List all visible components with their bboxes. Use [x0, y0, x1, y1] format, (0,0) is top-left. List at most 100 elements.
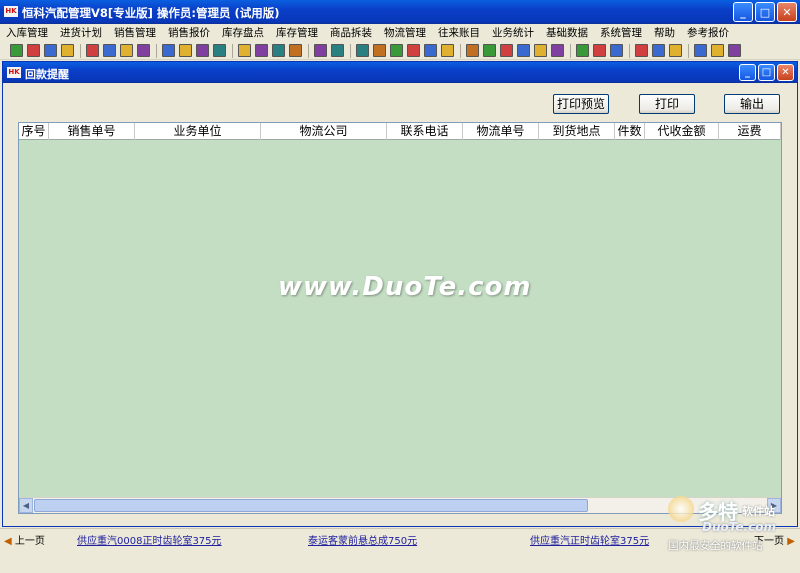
maximize-button[interactable]: □: [755, 2, 775, 22]
exit-icon[interactable]: [694, 44, 707, 57]
export-icon[interactable]: [27, 44, 40, 57]
window-title: 回款提醒: [25, 68, 69, 81]
window-minimize-button[interactable]: _: [739, 64, 756, 81]
tray2-icon[interactable]: [534, 44, 547, 57]
menu-item[interactable]: 入库管理: [0, 24, 54, 42]
column-chart-icon[interactable]: [500, 44, 513, 57]
card-icon[interactable]: [610, 44, 623, 57]
minimize-button[interactable]: _: [733, 2, 753, 22]
scroll-left-arrow-icon[interactable]: ◀: [19, 498, 33, 513]
scroll-thumb[interactable]: [34, 499, 588, 512]
folder-icon[interactable]: [179, 44, 192, 57]
toolbar-separator: [156, 43, 157, 58]
cube3-icon[interactable]: [441, 44, 454, 57]
window-icon[interactable]: [86, 44, 99, 57]
app-title: 恒科汽配管理V8[专业版] 操作员:管理员 (试用版): [22, 6, 280, 20]
status-message-3[interactable]: 供应重汽正时齿轮室375元: [530, 532, 649, 547]
column-header[interactable]: 到货地点: [539, 123, 615, 140]
column-header[interactable]: 运费: [719, 123, 781, 140]
duote-logo: 多特 软件站 DuoTe.com 国内最安全的软件站: [664, 494, 794, 554]
inbox-icon[interactable]: [255, 44, 268, 57]
inbox-out-icon[interactable]: [272, 44, 285, 57]
chart-icon[interactable]: [44, 44, 57, 57]
app-title-bar[interactable]: HK 恒科汽配管理V8[专业版] 操作员:管理员 (试用版) _ □ ✕: [0, 0, 800, 24]
menu-item[interactable]: 库存管理: [270, 24, 324, 42]
column-header[interactable]: 物流单号: [463, 123, 539, 140]
print-button[interactable]: 打印: [639, 94, 695, 114]
calculator-icon[interactable]: [669, 44, 682, 57]
menu-item[interactable]: 销售报价: [162, 24, 216, 42]
column-header[interactable]: 代收金额: [645, 123, 719, 140]
column-header[interactable]: 业务单位: [135, 123, 261, 140]
menu-item[interactable]: 销售管理: [108, 24, 162, 42]
download-icon[interactable]: [238, 44, 251, 57]
edit-icon[interactable]: [103, 44, 116, 57]
status-message-1[interactable]: 供应重汽0008正时齿轮室375元: [77, 532, 222, 547]
people-icon[interactable]: [576, 44, 589, 57]
status-message-2[interactable]: 泰运客蒙前悬总成750元: [308, 532, 417, 547]
tray3-icon[interactable]: [551, 44, 564, 57]
prev-page-button[interactable]: ◀ 上一页: [4, 532, 45, 547]
toolbar-separator: [570, 43, 571, 58]
cube2-icon[interactable]: [424, 44, 437, 57]
report-icon[interactable]: [390, 44, 403, 57]
toolbar-separator: [232, 43, 233, 58]
toolbar: [0, 42, 800, 60]
menu-item[interactable]: 往来账目: [432, 24, 486, 42]
window-close-button[interactable]: ✕: [777, 64, 794, 81]
toolbar-separator: [80, 43, 81, 58]
toolbar-separator: [688, 43, 689, 58]
printer-icon[interactable]: [652, 44, 665, 57]
app-icon: HK: [4, 6, 18, 17]
toolbar-separator: [460, 43, 461, 58]
data-grid[interactable]: 序号 销售单号 业务单位 物流公司 联系电话 物流单号 到货地点 件数 代收金额 运费 ◀ ▶: [18, 122, 782, 514]
grid-red-icon[interactable]: [356, 44, 369, 57]
menu-item[interactable]: 帮助: [648, 24, 681, 42]
house-up-icon[interactable]: [331, 44, 344, 57]
window-maximize-button[interactable]: □: [758, 64, 775, 81]
tray-icon[interactable]: [517, 44, 530, 57]
help-book-icon[interactable]: [728, 44, 741, 57]
book-icon[interactable]: [711, 44, 724, 57]
image-icon[interactable]: [120, 44, 133, 57]
menu-bar: 入库管理 进货计划 销售管理 销售报价 库存盘点 库存管理 商品拆装 物流管理 往来账目 业务统计…: [0, 24, 800, 42]
menu-item[interactable]: 业务统计: [486, 24, 540, 42]
grid-header: 序号 销售单号 业务单位 物流公司 联系电话 物流单号 到货地点 件数 代收金额 运费: [19, 123, 781, 140]
close-button[interactable]: ✕: [777, 2, 797, 22]
doc-icon[interactable]: [137, 44, 150, 57]
print-preview-button[interactable]: 打印预览: [553, 94, 609, 114]
column-header[interactable]: 件数: [615, 123, 645, 140]
window-title-bar[interactable]: HK 回款提醒 _ □ ✕: [3, 62, 797, 83]
menu-item[interactable]: 系统管理: [594, 24, 648, 42]
toolbar-separator: [629, 43, 630, 58]
key-icon[interactable]: [635, 44, 648, 57]
cube-icon[interactable]: [407, 44, 420, 57]
menu-item[interactable]: 进货计划: [54, 24, 108, 42]
toolbar-separator: [308, 43, 309, 58]
logo-circle-icon: [668, 496, 694, 522]
picture-icon[interactable]: [196, 44, 209, 57]
menu-item[interactable]: 商品拆装: [324, 24, 378, 42]
home-icon[interactable]: [314, 44, 327, 57]
window-icon: HK: [7, 67, 21, 78]
house-icon[interactable]: [593, 44, 606, 57]
bar-chart-icon[interactable]: [466, 44, 479, 57]
photo-icon[interactable]: [213, 44, 226, 57]
toolbar-separator: [350, 43, 351, 58]
line-chart-icon[interactable]: [483, 44, 496, 57]
menu-item[interactable]: 物流管理: [378, 24, 432, 42]
column-header[interactable]: 物流公司: [261, 123, 387, 140]
menu-item[interactable]: 库存盘点: [216, 24, 270, 42]
mail-icon[interactable]: [61, 44, 74, 57]
menu-item[interactable]: 参考报价: [681, 24, 735, 42]
export-button[interactable]: 输出: [724, 94, 780, 114]
import-icon[interactable]: [10, 44, 23, 57]
folder-open-icon[interactable]: [162, 44, 175, 57]
menu-item[interactable]: 基础数据: [540, 24, 594, 42]
watermark: www.DuoTe.com: [278, 272, 532, 302]
column-header[interactable]: 联系电话: [387, 123, 463, 140]
sheet-icon[interactable]: [373, 44, 386, 57]
column-header[interactable]: 销售单号: [49, 123, 135, 140]
column-header[interactable]: 序号: [19, 123, 49, 140]
inbox-check-icon[interactable]: [289, 44, 302, 57]
